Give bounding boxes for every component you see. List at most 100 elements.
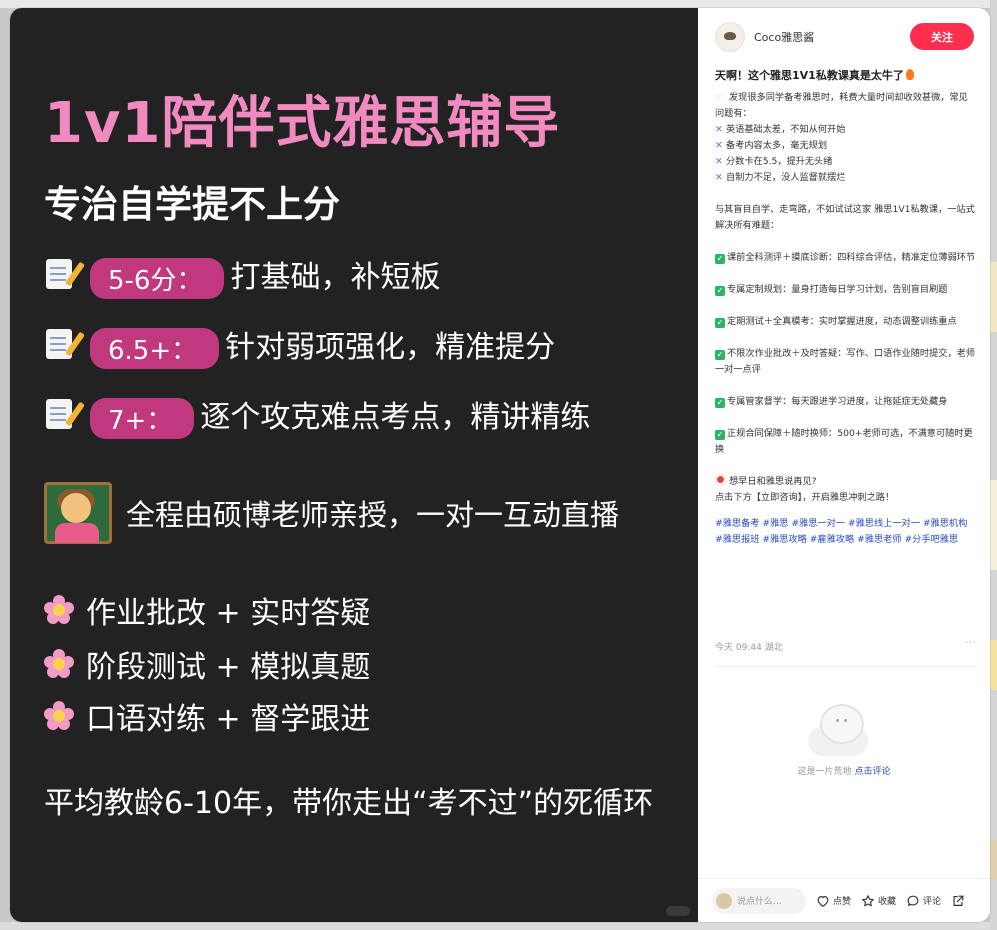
check-icon: ✓: [715, 430, 725, 440]
benefit-item: ✓ 课前全科测评＋摸底诊断：四科综合评估，精准定位薄弱环节: [715, 250, 977, 266]
benefit-text: 专属管家督学：每天跟进学习进度，让拖延症无处藏身: [727, 396, 948, 407]
cross-mark-icon: ✕: [715, 124, 723, 135]
empty-comments: 这是一片荒地 点击评论: [698, 764, 990, 777]
poster-title: 1v1陪伴式雅思辅导: [44, 91, 561, 156]
note-side-panel: Coco雅思酱 关注 天啊！这个雅思1V1私教课真是太牛了 ☞ 发现很多同学备考雅…: [698, 8, 990, 922]
empty-comments-text: 这是一片荒地: [797, 767, 852, 777]
check-icon: ✓: [715, 350, 725, 360]
author-avatar[interactable]: [715, 22, 745, 52]
check-icon: ✓: [715, 286, 725, 296]
benefit-item: ✓ 专属管家督学：每天跟进学习进度，让拖延症无处藏身: [715, 394, 977, 410]
share-icon: [953, 895, 964, 906]
note-title-text: 天啊！这个雅思1V1私教课真是太牛了: [715, 69, 904, 82]
comment-label: 评论: [923, 897, 942, 907]
heart-icon: [817, 895, 829, 907]
poster-level-1: 5-6分： 打基础，补短板: [44, 250, 441, 299]
interaction-bar: 说点什么... 点赞 收藏 评论: [698, 878, 990, 922]
benefit-text: 课前全科测评＋摸底诊断：四科综合评估，精准定位薄弱环节: [727, 252, 976, 263]
empty-comments-icon: [808, 704, 880, 760]
divider: [715, 666, 977, 667]
level-pill: 5-6分：: [90, 257, 225, 299]
flower-icon: [44, 595, 74, 625]
cta-text: 想早日和雅思说再见?: [729, 476, 817, 487]
problem-text: 备考内容太多，毫无规划: [726, 140, 828, 151]
comment-icon: [907, 895, 919, 906]
author-info[interactable]: Coco雅思酱: [715, 22, 814, 52]
note-modal: 1v1陪伴式雅思辅导 专治自学提不上分 5-6分： 打基础，补短板 6.5+： …: [10, 8, 990, 922]
check-icon: ✓: [715, 398, 725, 408]
poster-feature-3: 口语对练 + 督学跟进: [44, 694, 370, 738]
memo-icon: [44, 327, 85, 361]
benefit-text: 定期测试＋全真模考：实时掌握进度，动态调整训练重点: [727, 316, 957, 327]
user-avatar: [716, 892, 732, 909]
comment-input[interactable]: 说点什么...: [712, 887, 806, 914]
comment-placeholder: 说点什么...: [737, 897, 782, 907]
problem-text: 英语基础太差，不知从何开始: [726, 124, 846, 135]
image-counter-badge: [666, 906, 690, 916]
cross-mark-icon: ✕: [715, 156, 723, 167]
note-intro: ☞ 发现很多同学备考雅思时，耗费大量时间却收效甚微，常见问题有：: [715, 90, 977, 122]
check-icon: ✓: [715, 254, 725, 264]
benefit-item: ✓ 正规合同保障＋随时换师：500+老师可选，不满意可随时更换: [715, 426, 977, 458]
memo-icon: [44, 257, 85, 291]
more-icon[interactable]: ···: [965, 638, 977, 648]
flower-icon: [44, 701, 74, 731]
fire-icon: [905, 69, 914, 80]
problem-item: ✕ 英语基础太差，不知从何开始: [715, 122, 977, 138]
benefit-item: ✓ 专属定制规划：量身打造每日学习计划，告别盲目刷题: [715, 282, 977, 298]
collect-button[interactable]: 收藏: [861, 894, 896, 908]
poster-feature-2: 阶段测试 + 模拟真题: [44, 642, 370, 686]
like-label: 点赞: [833, 897, 852, 907]
level-text: 打基础，补短板: [230, 260, 441, 295]
background-page-top: [0, 0, 997, 8]
note-title: 天啊！这个雅思1V1私教课真是太牛了: [715, 68, 977, 84]
flower-icon: [44, 649, 74, 679]
poster-feature-1: 作业批改 + 实时答疑: [44, 588, 370, 632]
author-name[interactable]: Coco雅思酱: [754, 29, 814, 45]
memo-icon: [44, 397, 85, 431]
target-icon: [715, 474, 726, 485]
cta-line-1: 想早日和雅思说再见?: [715, 474, 977, 490]
note-meta: 今天 09:44 湖北 ···: [715, 638, 977, 653]
problem-item: ✕ 分数卡在5.5，提升无头绪: [715, 154, 977, 170]
cross-mark-icon: ✕: [715, 172, 723, 183]
poster-subtitle: 专治自学提不上分: [44, 183, 340, 226]
note-tags[interactable]: #雅思备考 #雅思 #雅思一对一 #雅思线上一对一 #雅思机构 #雅思报班 #雅…: [715, 516, 977, 548]
level-pill: 7+：: [90, 397, 195, 439]
teacher-text: 全程由硕博老师亲授，一对一互动直播: [126, 498, 620, 532]
cta-line-2: 点击下方【立即咨询】，开启雅思冲刺之路！: [715, 492, 895, 503]
teacher-icon: [44, 482, 112, 544]
level-text: 逐个攻克难点考点，精讲精练: [200, 400, 591, 435]
problem-text: 自制力不足，没人监督就摆烂: [726, 172, 846, 183]
problem-text: 分数卡在5.5，提升无头绪: [726, 156, 833, 167]
feature-text: 作业批改 + 实时答疑: [86, 596, 371, 631]
note-image[interactable]: 1v1陪伴式雅思辅导 专治自学提不上分 5-6分： 打基础，补短板 6.5+： …: [10, 8, 698, 922]
poster-footer: 平均教龄6-10年，带你走出“考不过”的死循环: [44, 786, 654, 821]
check-icon: ✓: [715, 318, 725, 328]
problem-item: ✕ 备考内容太多，毫无规划: [715, 138, 977, 154]
benefit-text: 专属定制规划：量身打造每日学习计划，告别盲目刷题: [727, 284, 948, 295]
share-button[interactable]: [951, 894, 968, 908]
note-intro-text: 发现很多同学备考雅思时，耗费大量时间却收效甚微，常见问题有：: [715, 92, 968, 119]
background-page-bottom: [0, 922, 997, 930]
like-button[interactable]: 点赞: [816, 894, 851, 908]
pointing-hand-icon: ☞: [715, 92, 724, 103]
collect-label: 收藏: [878, 897, 897, 907]
note-pitch: 与其盲目自学、走弯路，不如试试这家 雅思1V1私教课，一站式解决所有难题：: [715, 204, 975, 231]
cross-mark-icon: ✕: [715, 140, 723, 151]
background-page-right: [990, 0, 997, 930]
write-comment-link[interactable]: 点击评论: [854, 767, 890, 777]
comment-button[interactable]: 评论: [906, 894, 941, 908]
feature-text: 阶段测试 + 模拟真题: [86, 650, 371, 685]
poster-teacher-line: 全程由硕博老师亲授，一对一互动直播: [44, 482, 619, 544]
follow-button[interactable]: 关注: [910, 23, 974, 50]
note-time-location: 今天 09:44 湖北: [715, 643, 783, 653]
benefit-text: 不限次作业批改＋及时答疑：写作、口语作业随时提交，老师一对一点评: [715, 348, 976, 375]
star-icon: [862, 894, 874, 906]
benefit-text: 正规合同保障＋随时换师：500+老师可选，不满意可随时更换: [715, 428, 973, 455]
benefit-item: ✓ 不限次作业批改＋及时答疑：写作、口语作业随时提交，老师一对一点评: [715, 346, 977, 378]
poster-level-3: 7+： 逐个攻克难点考点，精讲精练: [44, 390, 591, 439]
level-text: 针对弱项强化，精准提分: [225, 330, 556, 365]
level-pill: 6.5+：: [90, 327, 220, 369]
note-content: 天啊！这个雅思1V1私教课真是太牛了 ☞ 发现很多同学备考雅思时，耗费大量时间却收…: [715, 68, 977, 548]
